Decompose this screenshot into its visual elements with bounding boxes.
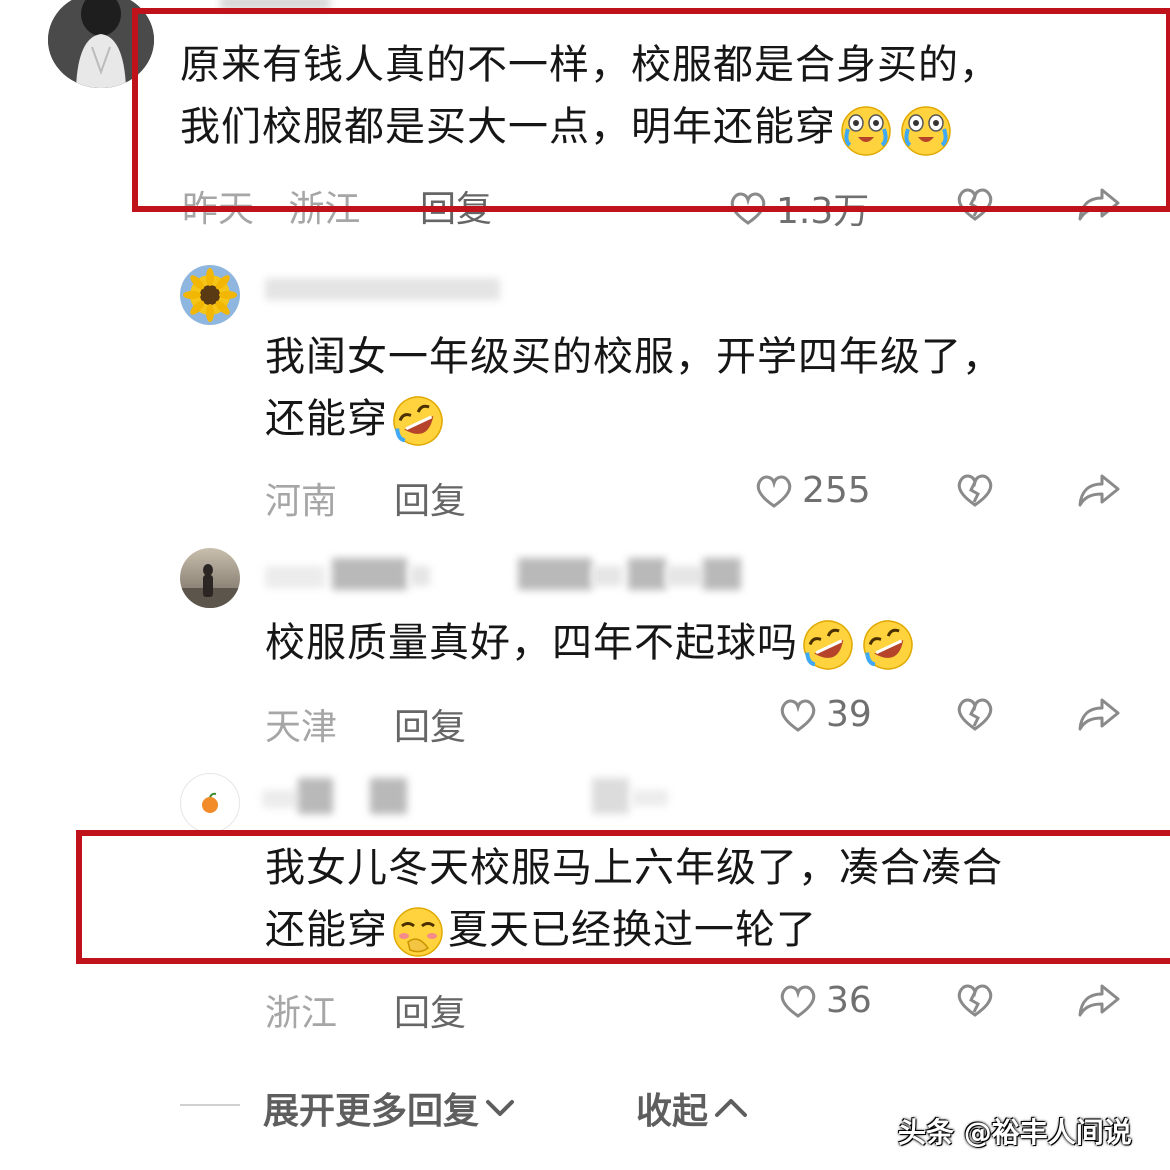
collapse-button[interactable]: 收起	[636, 1082, 748, 1134]
username-redacted	[370, 778, 407, 814]
comment-text: 校服质量真好，四年不起球吗	[265, 612, 918, 674]
avatar[interactable]	[180, 773, 240, 833]
like-button[interactable]: 39	[778, 694, 872, 735]
expand-replies-label: 展开更多回复	[263, 1091, 480, 1132]
broken-heart-icon[interactable]	[955, 982, 995, 1018]
heart-icon	[780, 699, 816, 732]
reply-button[interactable]: 回复	[394, 984, 466, 1036]
username-redacted	[632, 790, 668, 806]
username-redacted	[298, 778, 333, 814]
username-redacted	[518, 558, 592, 590]
chevron-down-icon	[486, 1100, 515, 1116]
heart-icon	[780, 985, 816, 1018]
username-redacted	[262, 790, 298, 808]
reply-button[interactable]: 回复	[394, 698, 466, 750]
highlight-box	[76, 830, 1170, 964]
comment-text: 我闺女一年级买的校服，开学四年级了， 还能穿	[265, 326, 1003, 450]
heart-icon	[756, 475, 792, 508]
share-icon[interactable]	[1076, 696, 1122, 732]
username-redacted	[666, 566, 702, 586]
divider-line	[180, 1104, 240, 1106]
like-count: 255	[802, 470, 871, 511]
share-icon[interactable]	[1076, 982, 1122, 1018]
comment-location: 河南	[265, 481, 338, 522]
avatar[interactable]	[180, 265, 240, 325]
rofl-emoji-icon	[863, 620, 913, 670]
collapse-label: 收起	[636, 1091, 709, 1132]
rofl-emoji-icon	[393, 396, 443, 446]
expand-replies-button[interactable]: 展开更多回复	[263, 1082, 515, 1134]
comment-text-fragment: 还能穿	[265, 396, 388, 442]
username-redacted	[628, 558, 666, 590]
avatar[interactable]	[180, 548, 240, 608]
like-count: 36	[826, 980, 872, 1021]
username-redacted	[265, 278, 500, 300]
comment-text-fragment: 校服质量真好，四年不起球吗	[265, 620, 798, 666]
rofl-emoji-icon	[803, 620, 853, 670]
share-icon[interactable]	[1076, 472, 1122, 508]
username-redacted	[592, 778, 629, 814]
comment-location: 天津	[265, 707, 338, 748]
chevron-up-icon	[715, 1099, 748, 1117]
like-button[interactable]: 255	[754, 470, 871, 511]
broken-heart-icon[interactable]	[955, 696, 995, 732]
like-button[interactable]: 36	[778, 980, 872, 1021]
username-redacted	[332, 558, 407, 590]
comment-text-line: 校服质量真好，四年不起球吗	[265, 612, 918, 674]
broken-heart-icon[interactable]	[955, 472, 995, 508]
watermark: 头条 @裕丰人间说	[898, 1116, 1132, 1149]
username-redacted	[265, 566, 325, 588]
comment-location: 浙江	[265, 993, 338, 1034]
reply-button[interactable]: 回复	[394, 472, 466, 524]
comment-text-line: 还能穿	[265, 388, 1003, 450]
like-count: 39	[826, 694, 872, 735]
highlight-box	[132, 8, 1170, 212]
username-redacted	[410, 566, 430, 586]
username-redacted	[592, 566, 622, 586]
username-redacted	[703, 558, 741, 590]
comment-text-line: 我闺女一年级买的校服，开学四年级了，	[265, 334, 1003, 380]
